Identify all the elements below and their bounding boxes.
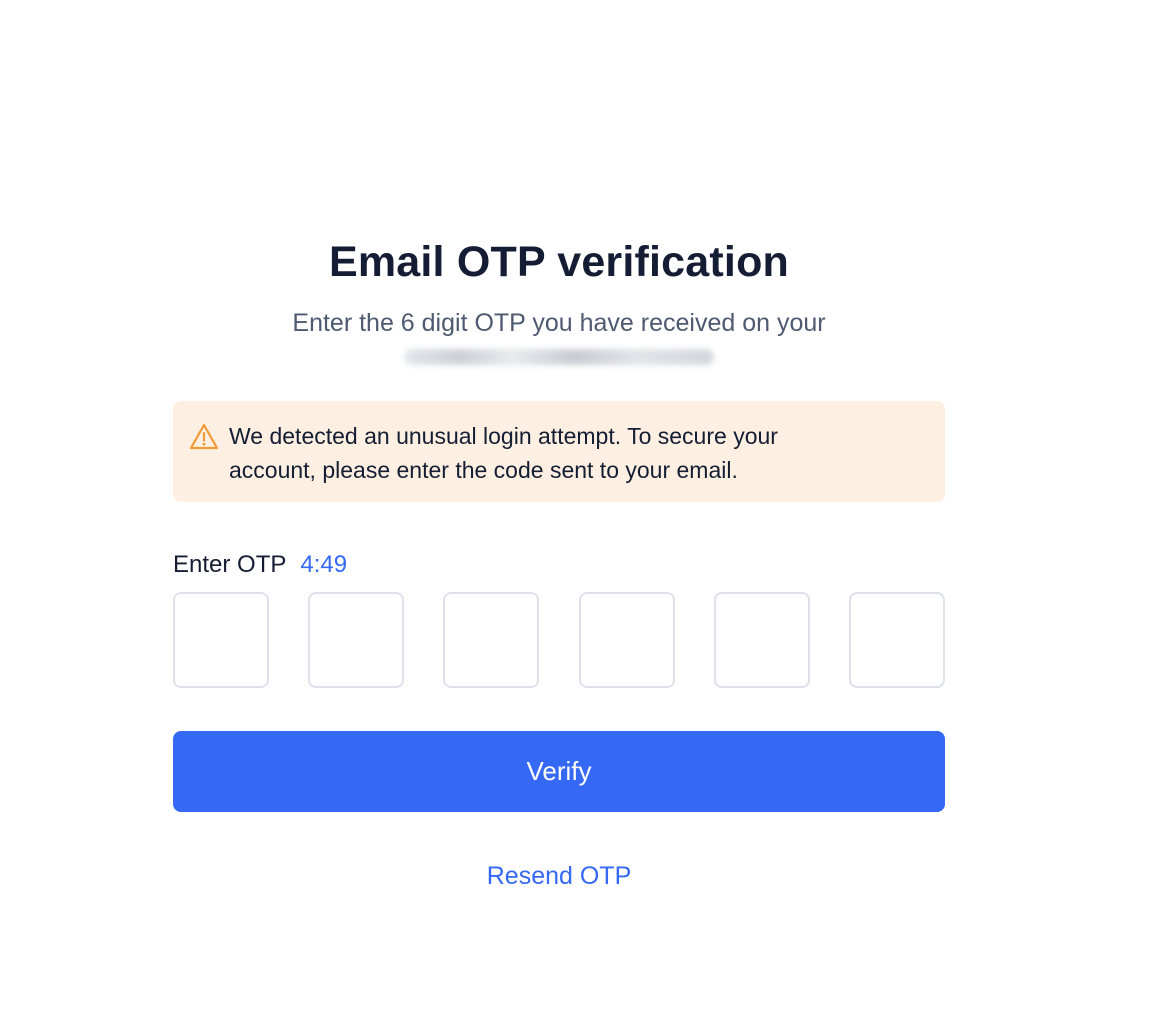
page-title: Email OTP verification — [328, 238, 790, 286]
alert-message: We detected an unusual login attempt. To… — [229, 423, 778, 483]
warning-icon — [189, 422, 219, 452]
otp-input-group — [173, 592, 945, 688]
otp-label-row: Enter OTP 4:49 — [173, 551, 945, 583]
otp-label: Enter OTP — [173, 551, 287, 578]
otp-digit-6[interactable] — [848, 592, 945, 688]
otp-digit-2[interactable] — [308, 592, 405, 688]
otp-digit-3[interactable] — [443, 592, 540, 688]
security-alert: We detected an unusual login attempt. To… — [173, 401, 945, 502]
masked-email — [404, 349, 714, 365]
verify-button[interactable]: Verify — [173, 731, 945, 812]
otp-digit-4[interactable] — [578, 592, 675, 688]
resend-otp-link[interactable]: Resend OTP — [173, 862, 945, 891]
otp-countdown-timer: 4:49 — [300, 551, 348, 578]
otp-digit-1[interactable] — [173, 592, 269, 688]
otp-card: Email OTP verification Enter the 6 digit… — [173, 232, 945, 891]
page-subtitle: Enter the 6 digit OTP you have received … — [292, 309, 826, 337]
otp-verification-page: Email OTP verification Enter the 6 digit… — [0, 0, 1170, 1012]
otp-digit-5[interactable] — [713, 592, 810, 688]
